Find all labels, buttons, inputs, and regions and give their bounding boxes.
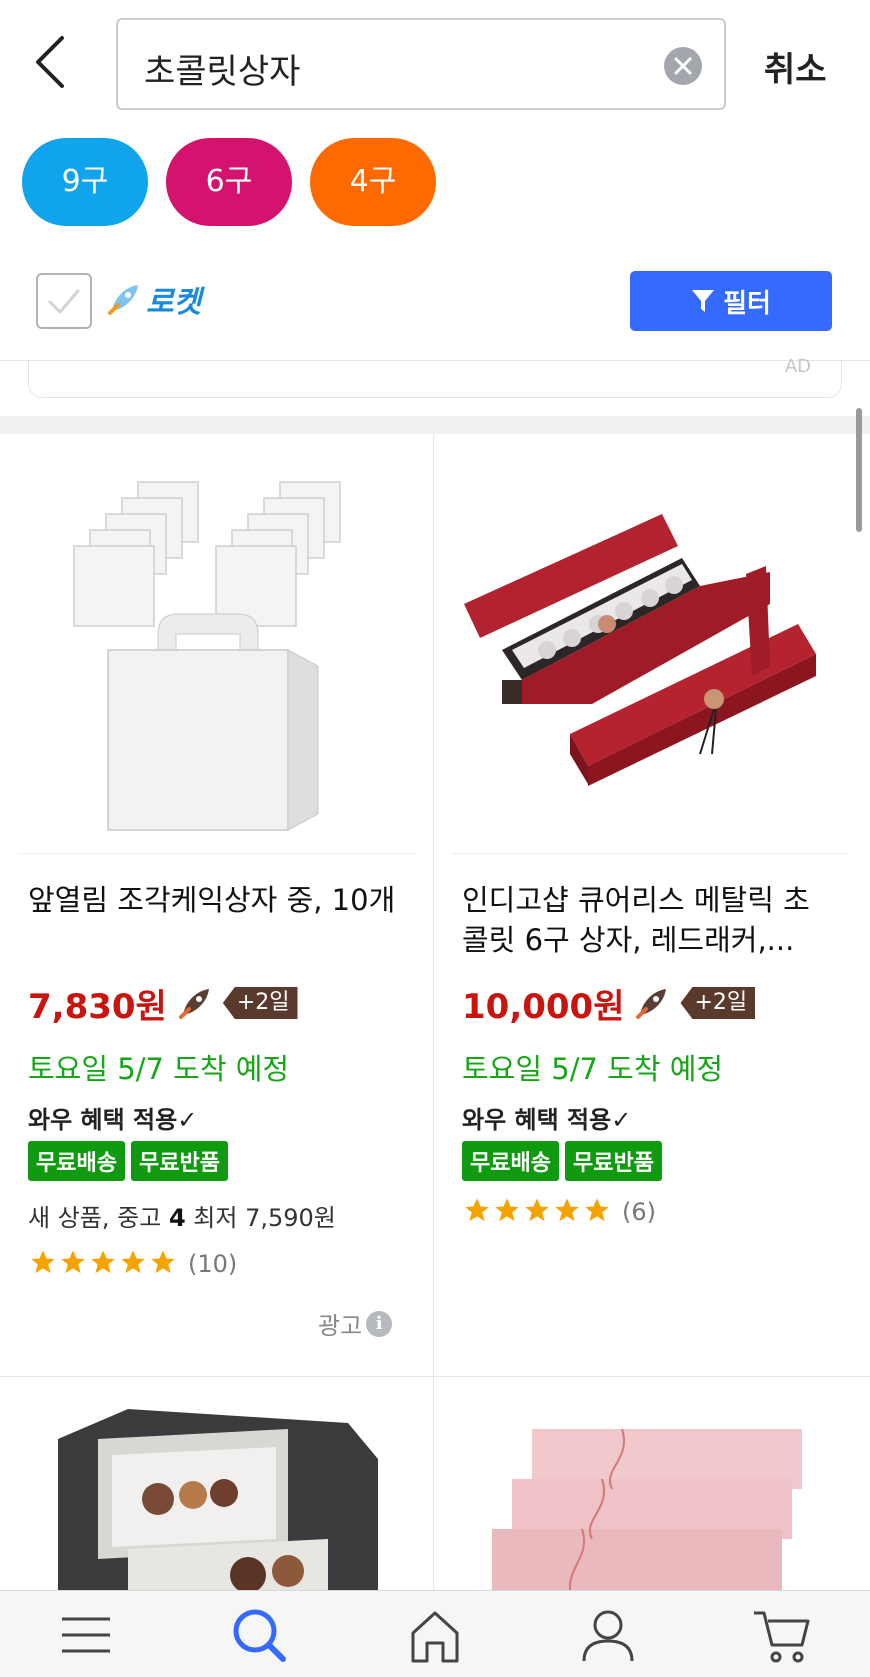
- product-image[interactable]: [452, 1399, 849, 1599]
- chip-6-slot[interactable]: 6구: [166, 138, 292, 226]
- search-input[interactable]: 초콜릿상자: [116, 18, 726, 110]
- arrival-date: 토요일 5/7 도착 예정: [28, 1052, 290, 1086]
- star-icon: [465, 1198, 489, 1222]
- used-product-info[interactable]: 새 상품, 중고 4 최저 7,590원: [28, 1198, 336, 1233]
- info-icon: i: [366, 1310, 393, 1337]
- delivery-days-badge: +2일: [680, 987, 756, 1019]
- product-title[interactable]: 앞열림 조각케익상자 중, 10개: [28, 880, 408, 920]
- review-count: (6): [622, 1198, 656, 1226]
- benefit-badges: 무료배송 무료반품: [462, 1141, 662, 1181]
- nav-cart-button[interactable]: [752, 1605, 812, 1665]
- used-prefix: 새 상품, 중고: [28, 1204, 162, 1232]
- stars: [28, 1248, 178, 1280]
- clear-search-button[interactable]: [664, 47, 702, 85]
- home-icon: [411, 1611, 459, 1663]
- product-card[interactable]: 인디고샵 큐어리스 메탈릭 초콜릿 6구 상자, 레드래커,... 10,000…: [434, 434, 867, 1376]
- user-icon: [582, 1610, 634, 1662]
- product-grid: 앞열림 조각케익상자 중, 10개 7,830원 +2일 토요일 5/7 도착 …: [0, 434, 870, 1599]
- chip-4-slot[interactable]: 4구: [310, 138, 436, 226]
- cake-box-image: [18, 454, 415, 853]
- star-rating: (10): [28, 1248, 237, 1280]
- rocket-logo[interactable]: 로켓: [104, 274, 201, 324]
- product-card[interactable]: [434, 1377, 867, 1599]
- star-icon: [151, 1250, 175, 1274]
- product-image[interactable]: [18, 454, 415, 854]
- star-icon: [525, 1198, 549, 1222]
- chevron-left-icon: [36, 36, 64, 88]
- product-price: 10,000원: [462, 986, 625, 1027]
- free-return-badge: 무료반품: [564, 1141, 662, 1181]
- nav-account-button[interactable]: [578, 1605, 638, 1665]
- product-image[interactable]: [18, 1399, 415, 1599]
- star-icon: [31, 1250, 55, 1274]
- free-return-badge: 무료반품: [130, 1141, 228, 1181]
- funnel-icon: [692, 290, 715, 312]
- search-query: 초콜릿상자: [144, 52, 301, 92]
- star-icon: [91, 1250, 115, 1274]
- wow-benefit: 와우 혜택 적용✓: [28, 1106, 198, 1134]
- nav-menu-button[interactable]: [56, 1605, 116, 1665]
- chocolate-box-image: [452, 454, 849, 853]
- rocket-label: 로켓: [146, 285, 202, 320]
- section-separator: [0, 416, 870, 434]
- star-icon: [495, 1198, 519, 1222]
- free-shipping-badge: 무료배송: [462, 1141, 559, 1181]
- cart-icon: [754, 1611, 810, 1663]
- rocket-icon: [636, 989, 667, 1019]
- price-row: 10,000원 +2일: [462, 980, 756, 1027]
- ad-label[interactable]: 광고 i: [318, 1306, 393, 1341]
- search-icon: [233, 1609, 286, 1662]
- back-button[interactable]: [30, 32, 80, 96]
- used-count: 4: [168, 1204, 186, 1232]
- ad-label-text: 광고: [318, 1312, 363, 1340]
- nav-home-button[interactable]: [405, 1605, 465, 1665]
- filter-button[interactable]: 필터: [630, 271, 832, 331]
- product-image[interactable]: [452, 454, 849, 854]
- free-shipping-badge: 무료배송: [28, 1141, 125, 1181]
- star-icon: [61, 1250, 85, 1274]
- stars: [462, 1196, 612, 1228]
- dark-box-image: [18, 1399, 415, 1599]
- review-count: (10): [188, 1250, 238, 1278]
- delivery-days-badge: +2일: [222, 987, 298, 1019]
- menu-icon: [62, 1617, 110, 1653]
- rocket-icon: [108, 285, 138, 315]
- product-card[interactable]: [0, 1377, 433, 1599]
- filter-label: 필터: [723, 288, 771, 319]
- search-header: 초콜릿상자 취소: [0, 0, 870, 130]
- check-icon: [48, 289, 80, 314]
- ad-mini-label: AD: [784, 356, 811, 377]
- product-card[interactable]: 앞열림 조각케익상자 중, 10개 7,830원 +2일 토요일 5/7 도착 …: [0, 434, 433, 1376]
- arrival-date: 토요일 5/7 도착 예정: [462, 1052, 724, 1086]
- nav-search-button[interactable]: [229, 1605, 289, 1665]
- rocket-icon: [178, 989, 209, 1019]
- rocket-checkbox[interactable]: [36, 273, 92, 329]
- close-icon: [674, 57, 692, 75]
- product-title[interactable]: 인디고샵 큐어리스 메탈릭 초콜릿 6구 상자, 레드래커,...: [462, 880, 822, 960]
- cancel-button[interactable]: 취소: [764, 42, 827, 91]
- pink-box-image: [452, 1399, 849, 1599]
- used-lowest-price: 최저 7,590원: [193, 1204, 336, 1232]
- star-icon: [585, 1198, 609, 1222]
- price-row: 7,830원 +2일: [28, 980, 298, 1027]
- wow-benefit: 와우 혜택 적용✓: [462, 1106, 632, 1134]
- filter-row: 로켓 필터: [0, 266, 870, 356]
- star-rating: (6): [462, 1196, 656, 1228]
- ad-card-remnant: AD: [28, 356, 842, 398]
- benefit-badges: 무료배송 무료반품: [28, 1141, 228, 1181]
- chip-9-slot[interactable]: 9구: [22, 138, 148, 226]
- product-price: 7,830원: [28, 986, 167, 1027]
- scrollbar[interactable]: [856, 408, 862, 532]
- star-icon: [121, 1250, 145, 1274]
- star-icon: [555, 1198, 579, 1222]
- bottom-navigation: [0, 1590, 870, 1677]
